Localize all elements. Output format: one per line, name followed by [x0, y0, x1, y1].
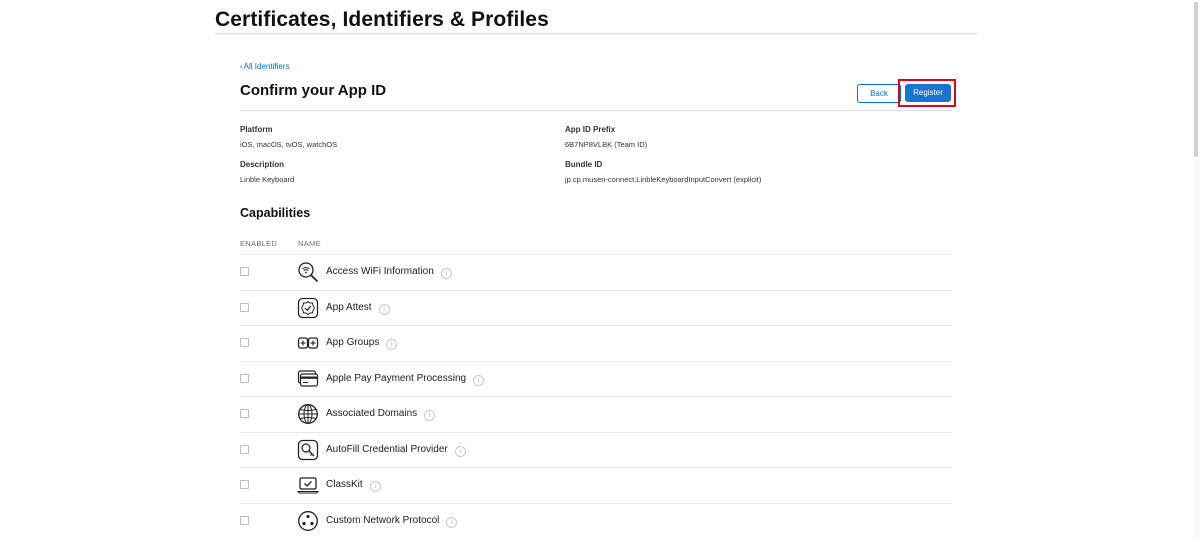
page: Certificates, Identifiers & Profiles ‹Al… [0, 0, 1200, 539]
capability-name-text: App Groups [326, 337, 380, 348]
enabled-checkbox[interactable] [240, 267, 249, 276]
info-icon[interactable]: i [454, 446, 466, 457]
column-header-name: NAME [298, 239, 321, 248]
info-icon[interactable]: i [446, 517, 458, 528]
capability-name-text: AutoFill Credential Provider [326, 444, 448, 455]
capability-row: ClassKit i [240, 467, 952, 503]
chevron-left-icon: ‹ [240, 62, 243, 71]
capability-name: App Groups i [326, 337, 398, 350]
section-title: Confirm your App ID [240, 82, 387, 99]
enabled-checkbox[interactable] [240, 303, 249, 312]
enabled-checkbox[interactable] [240, 338, 249, 347]
enabled-checkbox[interactable] [240, 409, 249, 418]
capability-row: Access WiFi Information i [240, 254, 952, 290]
wifi-search-icon [298, 262, 318, 282]
enabled-checkbox[interactable] [240, 480, 249, 489]
capability-name: AutoFill Credential Provider i [326, 444, 466, 457]
key-icon [297, 439, 319, 461]
globe-icon [298, 404, 318, 424]
classkit-laptop-icon [297, 477, 319, 494]
description-label: Description [240, 160, 285, 169]
app-attest-icon [297, 297, 319, 319]
capability-row: App Attest i [240, 290, 952, 326]
info-icon[interactable]: i [440, 268, 452, 279]
info-icon[interactable]: i [378, 304, 390, 315]
bundle-id-label: Bundle ID [565, 160, 603, 169]
enabled-checkbox[interactable] [240, 374, 249, 383]
enabled-checkbox[interactable] [240, 445, 249, 454]
app-id-prefix-label: App ID Prefix [565, 125, 616, 134]
capability-name: Apple Pay Payment Processing i [326, 373, 485, 386]
vertical-scrollbar[interactable] [1193, 0, 1200, 539]
capability-name-text: Apple Pay Payment Processing [326, 373, 467, 384]
capability-name: App Attest i [326, 302, 390, 315]
enabled-checkbox[interactable] [240, 516, 249, 525]
capabilities-title: Capabilities [240, 206, 311, 220]
capability-row: AutoFill Credential Provider i [240, 432, 952, 468]
title-divider [215, 33, 977, 34]
info-icon[interactable]: i [386, 339, 398, 350]
capability-name: Custom Network Protocol i [326, 515, 458, 528]
capability-row: Apple Pay Payment Processing i [240, 361, 952, 397]
capability-row: Associated Domains i [240, 396, 952, 432]
platform-label: Platform [240, 125, 273, 134]
info-icon[interactable]: i [473, 375, 485, 386]
page-title: Certificates, Identifiers & Profiles [215, 8, 549, 31]
capability-name: Access WiFi Information i [326, 266, 452, 279]
register-highlight-box [898, 79, 956, 107]
capability-row: App Groups i [240, 325, 952, 361]
app-id-prefix-value: 6B7NP8VLBK (Team ID) [565, 140, 648, 149]
apple-pay-card-icon [297, 370, 319, 387]
bundle-id-value: jp.cp.musen-connect.LinbleKeyboardInputC… [565, 175, 762, 184]
column-header-enabled: ENABLED [240, 239, 278, 248]
app-groups-icon [297, 337, 319, 349]
capability-name-text: Access WiFi Information [326, 266, 434, 277]
all-identifiers-link[interactable]: ‹All Identifiers [240, 62, 289, 71]
description-value: Linble Keyboard [240, 175, 295, 184]
network-protocol-icon [298, 511, 318, 531]
capability-name: Associated Domains i [326, 408, 436, 421]
capability-row: Custom Network Protocol i [240, 503, 952, 539]
scrollbar-thumb[interactable] [1194, 2, 1198, 157]
info-icon[interactable]: i [369, 481, 381, 492]
all-identifiers-label: All Identifiers [243, 62, 290, 71]
capability-name-text: Custom Network Protocol [326, 515, 440, 526]
info-icon[interactable]: i [424, 410, 436, 421]
section-divider [240, 110, 952, 111]
capability-name-text: ClassKit [326, 479, 363, 490]
capability-name: ClassKit i [326, 479, 381, 492]
capability-name-text: App Attest [326, 302, 372, 313]
platform-value: iOS, macOS, tvOS, watchOS [240, 140, 338, 149]
back-button[interactable]: Back [857, 84, 901, 103]
capability-name-text: Associated Domains [326, 408, 418, 419]
